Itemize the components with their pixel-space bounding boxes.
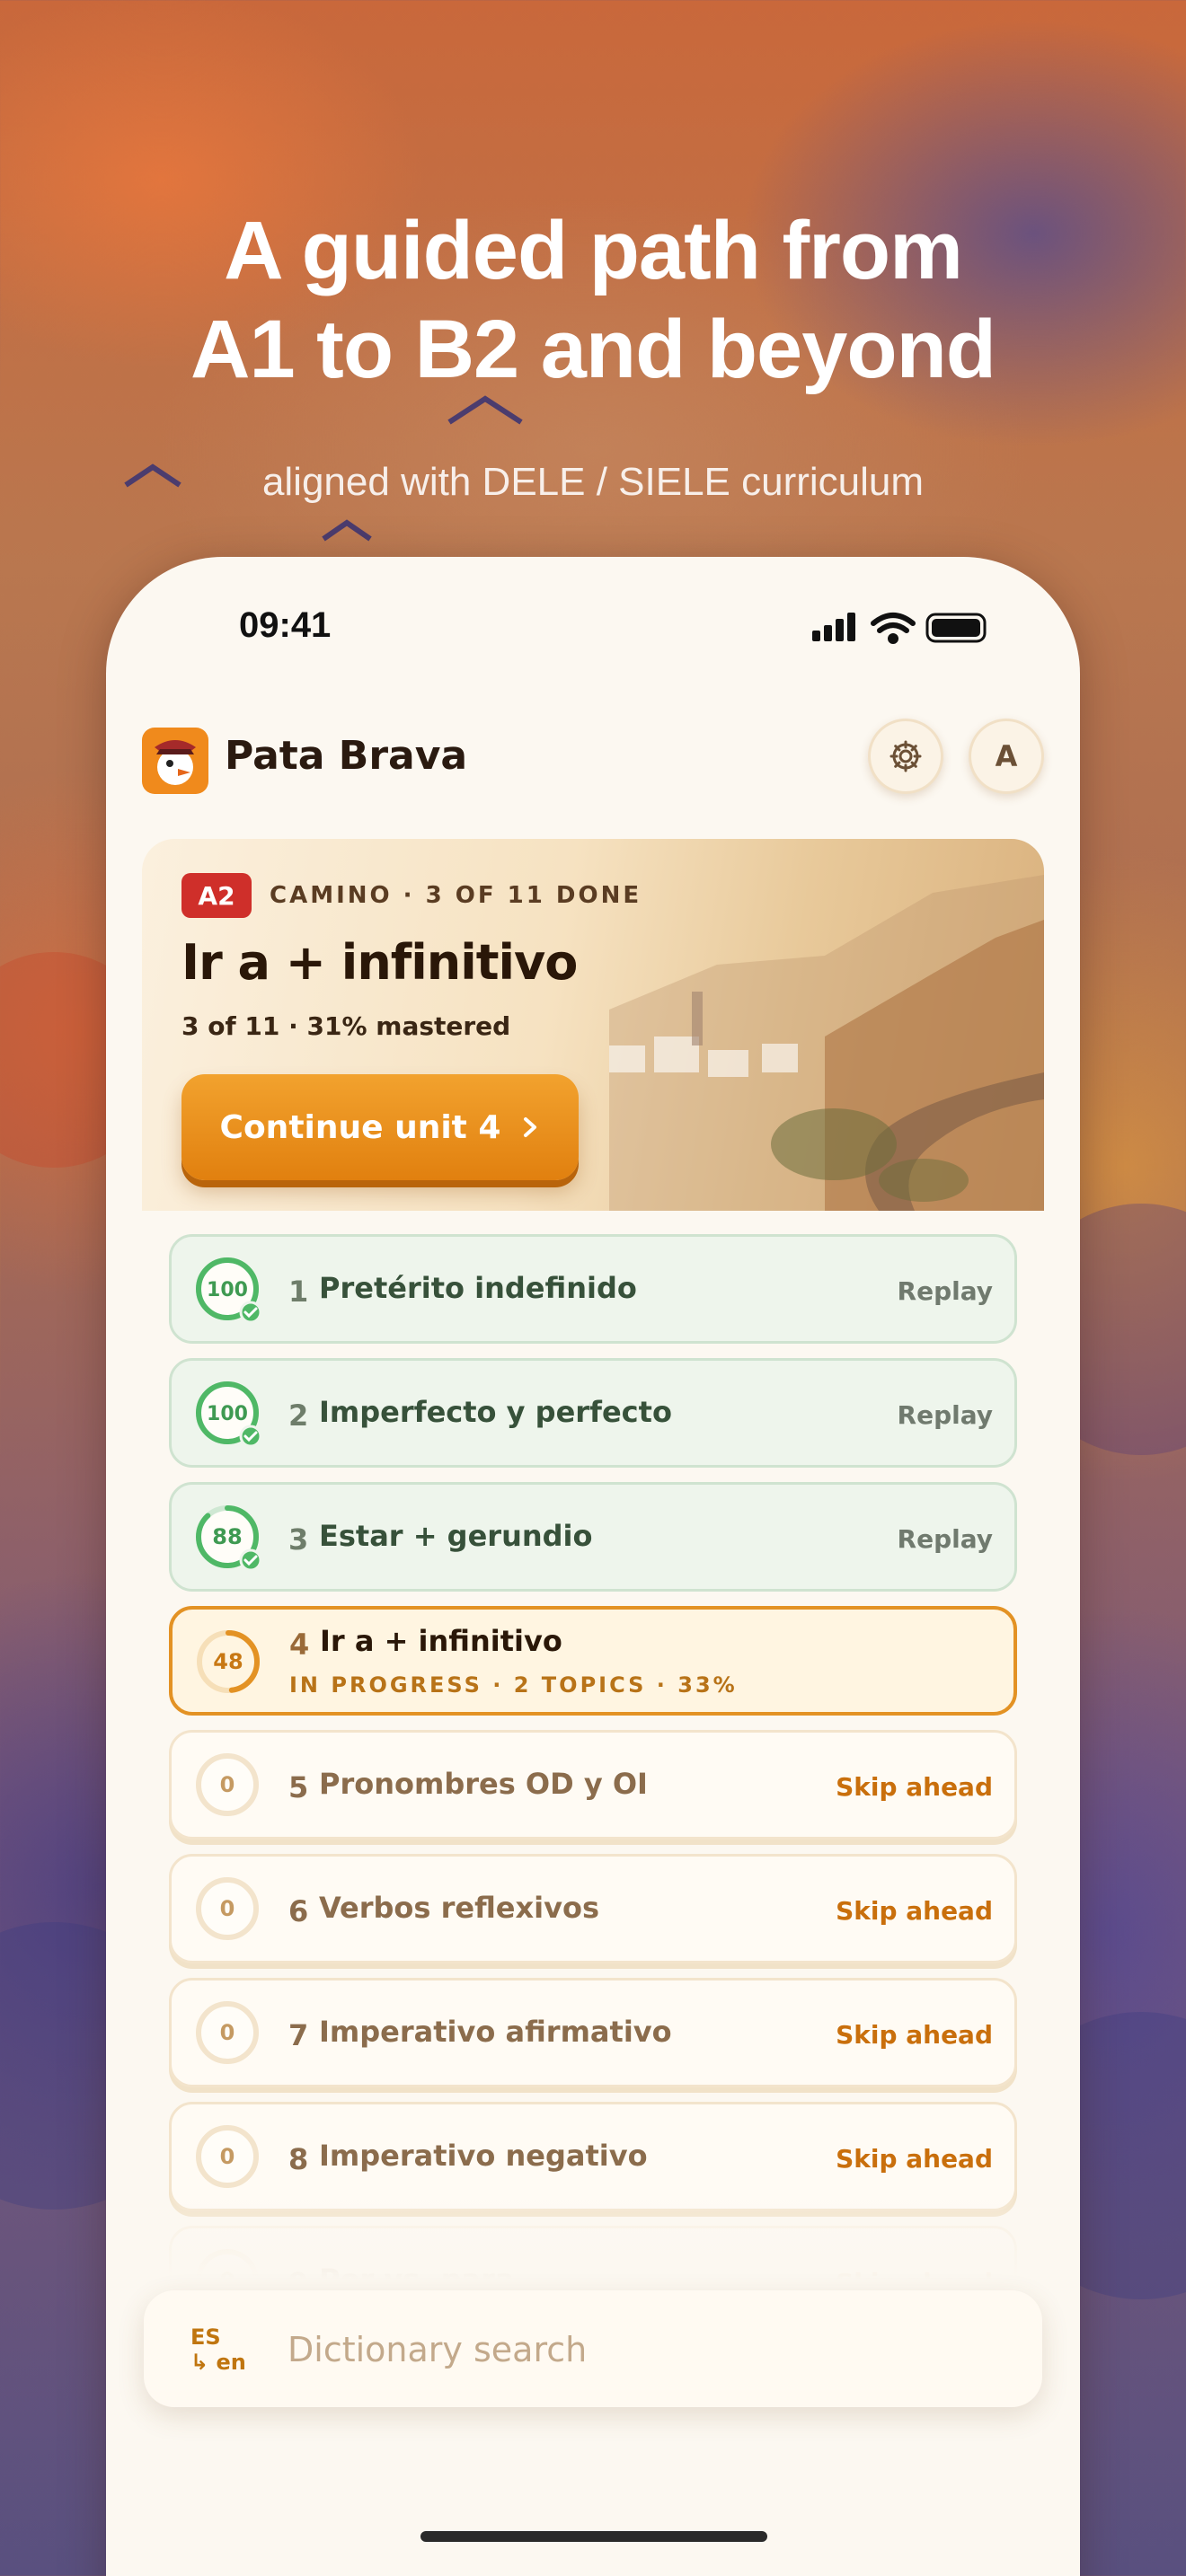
unit-row[interactable]: 100 2 Imperfecto y perfecto Replay xyxy=(169,1358,1017,1468)
wifi-icon xyxy=(871,613,916,644)
skip-ahead-button[interactable]: Skip ahead xyxy=(836,1896,993,1926)
unit-name: Ir a + infinitivo xyxy=(320,1624,562,1658)
progress-ring: 100 xyxy=(196,1381,261,1447)
unit-name: Verbos reflexivos xyxy=(319,1891,599,1925)
unit-name: Estar + gerundio xyxy=(319,1519,593,1553)
phone-frame: 09:41 Pata Brava A A2 CAMINO · 3 OF 11 D… xyxy=(106,557,1080,2576)
unit-score: 0 xyxy=(220,2144,235,2169)
unit-number: 3 xyxy=(288,1522,309,1557)
unit-row[interactable]: 100 1 Pretérito indefinido Replay xyxy=(169,1234,1017,1344)
unit-score: 100 xyxy=(207,1403,248,1425)
skip-ahead-button[interactable]: Skip ahead xyxy=(836,1772,993,1802)
replay-button[interactable]: Replay xyxy=(898,1400,993,1430)
progress-ring: 88 xyxy=(196,1505,261,1571)
avatar-letter: A xyxy=(995,739,1018,773)
unit-score: 100 xyxy=(207,1279,248,1301)
gear-icon xyxy=(890,740,922,772)
hero-title-line-2: A1 to B2 and beyond xyxy=(190,304,996,395)
chevron-right-icon xyxy=(524,1117,537,1137)
unit-name: Pronombres OD y OI xyxy=(319,1767,648,1801)
app-name: Pata Brava xyxy=(225,733,468,779)
unit-row[interactable]: 0 5 Pronombres OD y OI Skip ahead xyxy=(169,1730,1017,1839)
unit-number: 5 xyxy=(288,1770,309,1804)
replay-button[interactable]: Replay xyxy=(898,1524,993,1554)
progress-ring: 0 xyxy=(196,2125,259,2188)
unit-name: Imperativo negativo xyxy=(319,2139,648,2173)
unit-score: 0 xyxy=(220,2020,235,2045)
home-indicator[interactable] xyxy=(420,2531,767,2542)
hero-title-line-1: A guided path from xyxy=(224,205,963,296)
level-badge: A2 xyxy=(181,873,252,918)
lang-to: ↳ en xyxy=(190,2350,246,2375)
check-icon xyxy=(239,1425,261,1447)
unit-status-sub: IN PROGRESS · 2 TOPICS · 33% xyxy=(289,1672,738,1698)
continue-button-label: Continue unit 4 xyxy=(219,1108,501,1146)
unit-number: 4 xyxy=(289,1628,310,1662)
settings-button[interactable] xyxy=(868,719,943,794)
status-time: 09:41 xyxy=(239,605,332,645)
unit-name: Pretérito indefinido xyxy=(319,1271,637,1305)
unit-number: 7 xyxy=(288,2018,309,2052)
unit-score: 88 xyxy=(212,1524,242,1549)
mastery-meta: 3 of 11 · 31% mastered xyxy=(181,1011,511,1041)
progress-ring: 48 xyxy=(197,1630,260,1693)
camino-card: A2 CAMINO · 3 OF 11 DONE Ir a + infiniti… xyxy=(142,839,1044,1211)
hero-subtitle: aligned with DELE / SIELE curriculum xyxy=(261,460,925,504)
unit-row[interactable]: 0 6 Verbos reflexivos Skip ahead xyxy=(169,1854,1017,1963)
status-icons xyxy=(812,613,987,644)
progress-ring: 0 xyxy=(196,1753,259,1816)
app-logo xyxy=(142,728,208,794)
check-icon xyxy=(239,1301,261,1323)
unit-name: Imperfecto y perfecto xyxy=(319,1395,672,1429)
avatar-button[interactable]: A xyxy=(969,719,1044,794)
search-input[interactable]: Dictionary search xyxy=(288,2330,587,2369)
lang-from: ES xyxy=(190,2325,221,2350)
unit-name: Imperativo afirmativo xyxy=(319,2015,672,2049)
unit-row[interactable]: 0 7 Imperativo afirmativo Skip ahead xyxy=(169,1978,1017,2087)
skip-ahead-button[interactable]: Skip ahead xyxy=(836,2020,993,2050)
progress-ring: 100 xyxy=(196,1257,261,1323)
unit-row[interactable]: 48 4 Ir a + infinitivo IN PROGRESS · 2 TOPI… xyxy=(169,1606,1017,1716)
signal-icon xyxy=(812,613,855,641)
replay-button[interactable]: Replay xyxy=(898,1276,993,1306)
battery-icon xyxy=(925,613,987,643)
unit-number: 8 xyxy=(288,2142,309,2176)
progress-ring: 0 xyxy=(196,1877,259,1940)
check-icon xyxy=(239,1548,261,1571)
unit-number: 1 xyxy=(288,1275,309,1309)
current-unit-title: Ir a + infinitivo xyxy=(181,934,578,991)
camino-progress-label: CAMINO · 3 OF 11 DONE xyxy=(270,882,642,909)
unit-score: 0 xyxy=(220,1896,235,1921)
unit-score: 0 xyxy=(220,1772,235,1797)
unit-score: 48 xyxy=(213,1649,243,1674)
dictionary-search-bar[interactable]: ES ↳ en Dictionary search xyxy=(144,2290,1042,2407)
unit-number: 6 xyxy=(288,1894,309,1928)
unit-number: 2 xyxy=(288,1398,309,1433)
skip-ahead-button[interactable]: Skip ahead xyxy=(836,2144,993,2174)
hero-title: A guided path from A1 to B2 and beyond xyxy=(0,201,1186,399)
continue-unit-button[interactable]: Continue unit 4 xyxy=(181,1074,579,1180)
unit-row[interactable]: 88 3 Estar + gerundio Replay xyxy=(169,1482,1017,1592)
progress-ring: 0 xyxy=(196,2001,259,2064)
